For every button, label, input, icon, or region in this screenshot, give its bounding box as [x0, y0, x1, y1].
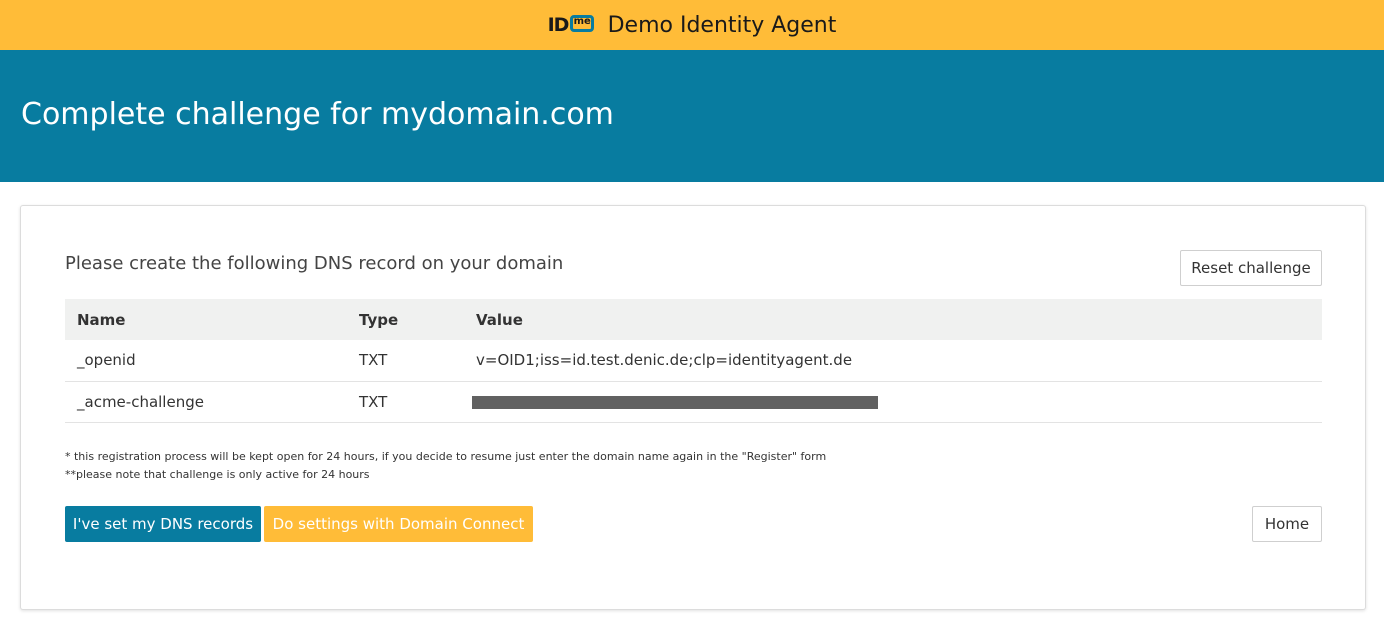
note-challenge: **please note that challenge is only act… [65, 468, 370, 481]
table-row: _acme-challenge TXT [65, 381, 1322, 423]
record-value-redacted [464, 381, 1322, 423]
redaction-bar [472, 395, 878, 409]
column-header-type: Type [347, 299, 464, 340]
column-header-name: Name [65, 299, 347, 340]
reset-challenge-button[interactable]: Reset challenge [1180, 250, 1322, 286]
record-name: _acme-challenge [65, 381, 347, 423]
app-title: Demo Identity Agent [607, 12, 837, 38]
note-registration: * this registration process will be kept… [65, 450, 827, 463]
top-bar: ID me Demo Identity Agent [0, 0, 1384, 50]
record-type: TXT [347, 381, 464, 423]
hero-banner: Complete challenge for mydomain.com [0, 50, 1384, 182]
record-type: TXT [347, 340, 464, 382]
record-name: _openid [65, 340, 347, 382]
logo-id-text: ID [547, 14, 570, 36]
notes: * this registration process will be kept… [65, 448, 826, 484]
page-title: Complete challenge for mydomain.com [21, 97, 614, 132]
home-button[interactable]: Home [1252, 506, 1322, 542]
table-row: _openid TXT v=OID1;iss=id.test.denic.de;… [65, 340, 1322, 382]
table-header-row: Name Type Value [65, 299, 1322, 340]
dns-records-set-button[interactable]: I've set my DNS records [65, 506, 261, 542]
idme-logo[interactable]: ID me [548, 12, 596, 38]
instruction-text: Please create the following DNS record o… [65, 253, 564, 274]
challenge-card: Please create the following DNS record o… [20, 205, 1366, 610]
column-header-value: Value [464, 299, 1322, 340]
domain-connect-button[interactable]: Do settings with Domain Connect [264, 506, 533, 542]
dns-record-table: Name Type Value _openid TXT v=OID1;iss=i… [65, 299, 1322, 423]
record-value: v=OID1;iss=id.test.denic.de;clp=identity… [464, 340, 1322, 382]
logo-me-text: me [573, 16, 591, 27]
